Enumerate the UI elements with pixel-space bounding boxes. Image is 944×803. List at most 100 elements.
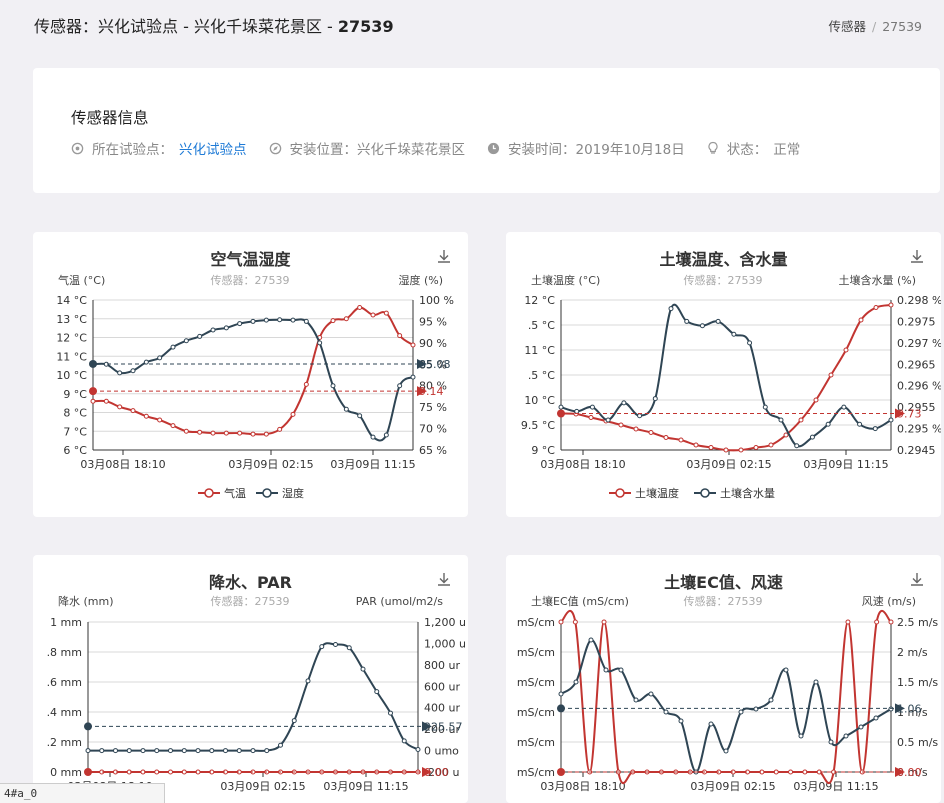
data-point — [303, 318, 309, 324]
left-tick-label: mS/cm — [517, 646, 555, 659]
left-tick-label: .6 mm — [47, 676, 82, 689]
data-point — [558, 404, 564, 410]
data-point — [747, 340, 753, 346]
data-point — [813, 397, 819, 403]
markline-label: 1.06 — [897, 702, 922, 715]
data-point — [263, 431, 269, 437]
left-tick-label: .4 mm — [47, 706, 82, 719]
right-tick-label: 0 umo — [424, 745, 459, 758]
markline-label: 85.08 — [419, 358, 451, 371]
data-point — [223, 430, 229, 436]
data-point — [415, 747, 421, 752]
data-point — [618, 667, 624, 673]
compass-icon — [269, 142, 281, 154]
markline-label: 0.00 — [424, 766, 449, 779]
data-point — [291, 718, 297, 724]
left-tick-label: 14 °C — [56, 294, 87, 307]
data-point — [874, 619, 880, 625]
left-tick-label: mS/cm — [517, 616, 555, 629]
data-point — [843, 347, 849, 353]
legend-marker — [262, 488, 272, 498]
breadcrumb-parent[interactable]: 传感器 — [829, 19, 867, 34]
x-tick-label: 03月08日 18:10 — [540, 458, 625, 471]
left-tick-label: 12 °C — [56, 332, 87, 345]
right-tick-label: 1.5 m/s — [897, 676, 938, 689]
x-tick-label: 03月09日 02:15 — [690, 780, 775, 793]
site-link[interactable]: 兴化试验点 — [179, 138, 247, 158]
data-point — [157, 355, 163, 361]
data-point — [828, 372, 834, 378]
right-tick-label: 100 % — [419, 294, 454, 307]
air-temp-humidity-card: 空气温湿度 气温 (°C) 湿度 (%) 传感器：27539 14 °C 13 °C 12… — [33, 232, 468, 517]
left-axis-name: 土壤温度 (°C) — [531, 273, 600, 287]
right-tick-label: 0.2975 — [897, 315, 936, 328]
map-marker-icon — [71, 142, 84, 154]
series-line-PAR — [87, 642, 419, 752]
data-point — [588, 415, 594, 420]
data-point — [330, 383, 336, 389]
data-point — [250, 431, 256, 437]
left-tick-label: 11 °C — [56, 350, 87, 363]
data-point — [223, 748, 228, 754]
legend-label: 气温 — [224, 486, 246, 500]
right-tick-label: 0.5 m/s — [897, 736, 938, 749]
breadcrumb-current: 27539 — [882, 19, 922, 34]
data-point — [637, 413, 643, 419]
data-point — [360, 666, 366, 672]
data-point — [762, 404, 768, 410]
markline-start-dot — [89, 359, 97, 368]
data-point — [410, 374, 416, 380]
left-axis-name: 降水 (mm) — [58, 594, 114, 608]
data-point — [663, 435, 669, 440]
data-point — [397, 383, 403, 389]
data-point — [170, 423, 176, 429]
data-point — [723, 447, 729, 453]
data-point — [410, 342, 416, 348]
data-point — [157, 417, 163, 423]
install-time-item: 安装时间：2019年10月18日 — [487, 138, 685, 158]
x-tick-label: 03月08日 18:10 — [80, 458, 165, 471]
markline-start-dot — [84, 768, 92, 776]
data-point — [668, 306, 674, 312]
data-point — [168, 769, 173, 775]
left-axis-name: 土壤EC值 (mS/cm) — [531, 594, 629, 608]
site-item: 所在试验点： 兴化试验点 — [71, 138, 247, 158]
left-tick-label: 0 mm — [50, 766, 82, 779]
data-point — [90, 398, 96, 404]
chart-subtitle: 传感器：27539 — [684, 595, 763, 608]
markline-label: 9.14 — [419, 385, 444, 398]
right-tick-label: 0.295 % — [897, 423, 941, 436]
data-point — [788, 769, 794, 775]
left-tick-label: 9 °C — [531, 444, 555, 457]
soil-temp-moisture-card: 土壤温度、含水量 土壤温度 (°C) 土壤含水量 (%) 传感器：27539 12 °… — [506, 232, 941, 517]
left-tick-label: 7 °C — [63, 425, 87, 438]
data-point — [574, 408, 580, 414]
data-point — [397, 333, 403, 339]
data-point — [168, 748, 173, 754]
data-point — [768, 442, 774, 448]
left-tick-label: 11 °C — [524, 344, 555, 357]
data-point — [648, 691, 654, 697]
right-tick-label: 800 ur — [424, 659, 460, 672]
rain-par-chart: 降水 (mm) PAR (umol/m2/s 传感器：27539 1 mm .8 mm.… — [47, 594, 466, 793]
data-point — [603, 667, 609, 673]
data-point — [783, 432, 789, 438]
left-tick-label: 10 °C — [524, 394, 555, 407]
chart-subtitle: 传感器：27539 — [684, 274, 763, 287]
location-label: 安装位置：兴化千垛菜花景区 — [289, 142, 466, 158]
right-tick-label: 600 ur — [424, 680, 460, 693]
right-tick-label: 75 % — [419, 401, 447, 414]
data-point — [605, 417, 611, 423]
legend-label: 土壤含水量 — [720, 486, 775, 500]
data-point — [250, 748, 256, 754]
data-point — [130, 408, 136, 414]
data-point — [343, 316, 349, 322]
data-point — [558, 619, 564, 625]
data-point — [303, 381, 309, 387]
data-point — [264, 748, 270, 754]
data-point — [825, 421, 831, 427]
data-point — [183, 428, 189, 434]
data-point — [715, 318, 721, 324]
x-tick-label: 03月09日 02:15 — [686, 458, 771, 471]
data-point — [699, 323, 705, 329]
